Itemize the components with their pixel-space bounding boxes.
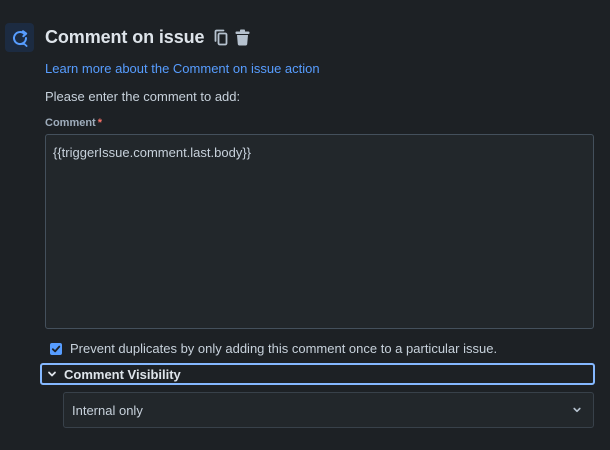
copy-icon (215, 29, 228, 45)
visibility-selected-value: Internal only (72, 402, 143, 418)
chevron-down-icon (46, 368, 58, 380)
delete-button[interactable] (233, 27, 251, 47)
chevron-down-icon (573, 407, 581, 413)
instruction-text: Please enter the comment to add: (45, 89, 241, 104)
comment-textarea[interactable]: {{triggerIssue.comment.last.body}} (45, 134, 594, 329)
comment-field-label: Comment * (45, 117, 102, 129)
comment-visibility-toggle[interactable]: Comment Visibility (40, 363, 595, 385)
prevent-duplicates-checkbox[interactable] (50, 342, 62, 355)
comment-action-icon (5, 23, 34, 52)
comment-label-text: Comment (45, 117, 96, 129)
action-header: Comment on issue (45, 24, 251, 50)
trash-icon (235, 29, 250, 46)
learn-more-link[interactable]: Learn more about the Comment on issue ac… (45, 61, 320, 76)
refresh-comment-icon (12, 29, 27, 47)
prevent-duplicates-option[interactable]: Prevent duplicates by only adding this c… (50, 340, 497, 357)
comment-action-panel: Comment on issue Learn more about the Co… (0, 0, 610, 450)
required-indicator: * (97, 117, 103, 129)
prevent-duplicates-label: Prevent duplicates by only adding this c… (70, 341, 498, 356)
action-title: Comment on issue (45, 26, 205, 47)
checkmark-icon (51, 345, 61, 352)
comment-visibility-title: Comment Visibility (64, 366, 181, 382)
copy-button[interactable] (212, 27, 230, 47)
visibility-select[interactable]: Internal only (63, 392, 594, 428)
